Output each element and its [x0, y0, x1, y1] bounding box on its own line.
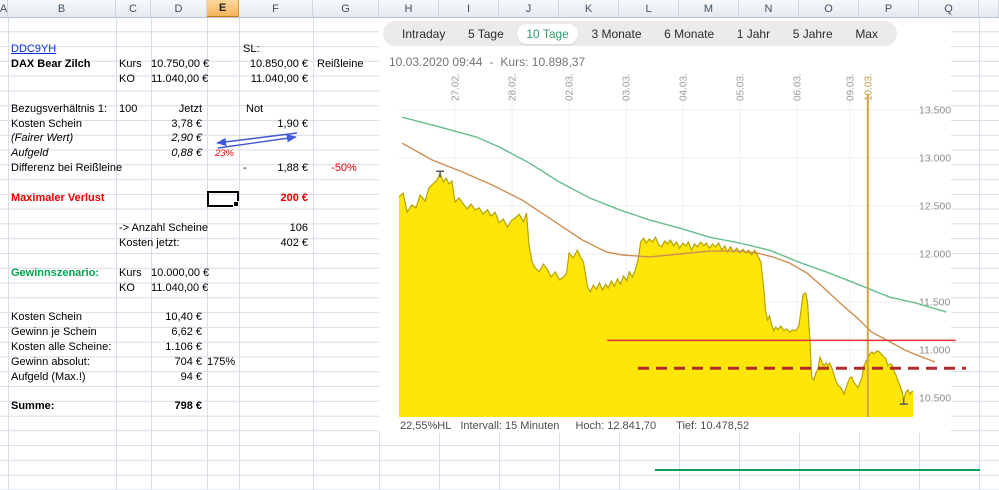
stat-hoch: Hoch: 12.841,70: [575, 420, 656, 432]
column-header-d[interactable]: D: [151, 0, 207, 17]
column-header-i[interactable]: I: [439, 0, 499, 17]
column-header-k[interactable]: K: [559, 0, 619, 17]
cell-sl-value[interactable]: 10.850,00 €: [239, 57, 311, 72]
cell-kosten-schein-not[interactable]: 1,90 €: [239, 117, 311, 132]
cell-sl-label[interactable]: SL:: [243, 42, 283, 57]
cell-fairer-wert-value[interactable]: 2,90 €: [151, 131, 205, 146]
column-header-j[interactable]: J: [499, 0, 559, 17]
cell-gw-abs-value[interactable]: 704 €: [151, 355, 205, 370]
column-header-row: ABCDEFGHIJKLMNOPQ: [0, 0, 999, 18]
tab-1-jahr[interactable]: 1 Jahr: [728, 24, 779, 44]
chart-info-separator: -: [489, 55, 493, 69]
cell-differenz-pct[interactable]: -50%: [313, 161, 375, 176]
cell-ko-sl-value[interactable]: 11.040,00 €: [239, 72, 311, 87]
spreadsheet: DDC9YH DAX Bear Zilch Bezugsverhältnis 1…: [0, 0, 999, 490]
cell-gewinnszenario-label[interactable]: Gewinnszenario:: [11, 266, 121, 281]
cell-anzahl-label[interactable]: -> Anzahl Scheine: [119, 221, 214, 236]
cell-kurs-label[interactable]: Kurs: [119, 57, 149, 72]
cell-ko-value[interactable]: 11.040,00 €: [151, 72, 205, 87]
cell-aufgeld-label[interactable]: Aufgeld: [11, 146, 114, 161]
cell-jetzt-label[interactable]: Jetzt: [151, 102, 205, 117]
cell-kurs-value[interactable]: 10.750,00 €: [151, 57, 205, 72]
column-header-a[interactable]: A: [0, 0, 8, 17]
chart-datetime: 10.03.2020 09:44: [389, 55, 482, 69]
chart-info-line: 10.03.2020 09:44 - Kurs: 10.898,37: [389, 55, 585, 69]
column-header-filler: [979, 0, 999, 17]
cell-bezug-value[interactable]: 100: [119, 102, 149, 117]
cell-gw-aufgeld-value[interactable]: 94 €: [151, 370, 205, 385]
cell-gw-kurs-value[interactable]: 10.000,00 €: [151, 266, 205, 281]
cell-kosten-schein-jetzt[interactable]: 3,78 €: [151, 117, 205, 132]
cell-gw-kurs-label[interactable]: Kurs: [119, 266, 149, 281]
cell-bezug-label[interactable]: Bezugsverhältnis 1:: [11, 102, 121, 117]
cell-fairer-wert-label[interactable]: (Fairer Wert): [11, 131, 114, 146]
cell-max-verlust-value[interactable]: 200 €: [239, 191, 311, 206]
cell-gw-je-value[interactable]: 6,62 €: [151, 325, 205, 340]
cell-kosten-jetzt-label[interactable]: Kosten jetzt:: [119, 236, 214, 251]
cell-gw-kosten-label[interactable]: Kosten Schein: [11, 310, 114, 325]
tab-6-monate[interactable]: 6 Monate: [655, 24, 723, 44]
tab-max[interactable]: Max: [846, 24, 887, 44]
cell-gw-kosten-value[interactable]: 10,40 €: [151, 310, 205, 325]
tab-10-tage[interactable]: 10 Tage: [517, 24, 578, 44]
column-header-l[interactable]: L: [619, 0, 679, 17]
column-header-q[interactable]: Q: [919, 0, 979, 17]
cell-kosten-jetzt-value[interactable]: 402 €: [239, 236, 311, 251]
cell-summe-value[interactable]: 798 €: [151, 399, 205, 414]
cell-differenz-value[interactable]: 1,88 €: [239, 161, 311, 176]
cell-gw-je-label[interactable]: Gewinn je Schein: [11, 325, 114, 340]
cell-aufgeld-value[interactable]: 0,88 €: [151, 146, 205, 161]
column-header-p[interactable]: P: [859, 0, 919, 17]
column-header-m[interactable]: M: [679, 0, 739, 17]
wkn-link[interactable]: DDC9YH: [11, 42, 114, 57]
stat-hl: 22,55%HL: [400, 420, 451, 432]
chart-kurs: Kurs: 10.898,37: [500, 55, 585, 69]
cell-aufgeld-pct[interactable]: 23%: [207, 146, 237, 161]
stat-tief: Tief: 10.478,52: [676, 420, 749, 432]
column-header-e[interactable]: E: [207, 0, 239, 17]
chart-stats-line: 22,55%HL Intervall: 15 Minuten Hoch: 12.…: [400, 420, 765, 432]
cell-ko-label[interactable]: KO: [119, 72, 149, 87]
cell-gw-alle-label[interactable]: Kosten alle Scheine:: [11, 340, 121, 355]
cell-product-name[interactable]: DAX Bear Zilch: [11, 57, 131, 72]
chart-range-tabbar: Intraday5 Tage10 Tage3 Monate6 Monate1 J…: [383, 21, 897, 46]
stat-interval: Intervall: 15 Minuten: [460, 420, 559, 432]
column-header-c[interactable]: C: [116, 0, 151, 17]
column-header-h[interactable]: H: [379, 0, 439, 17]
cell-reissleine-label[interactable]: Reißleine: [317, 57, 377, 72]
cell-gw-abs-pct[interactable]: 175%: [207, 355, 237, 370]
cell-gw-ko-label[interactable]: KO: [119, 281, 149, 296]
cell-summe-label[interactable]: Summe:: [11, 399, 114, 414]
tab-5-tage[interactable]: 5 Tage: [459, 24, 513, 44]
column-header-f[interactable]: F: [239, 0, 313, 17]
selected-cell[interactable]: [207, 191, 239, 207]
cell-not-label[interactable]: Not: [246, 102, 286, 117]
column-header-b[interactable]: B: [8, 0, 116, 17]
cell-gw-abs-label[interactable]: Gewinn absolut:: [11, 355, 114, 370]
tab-5-jahre[interactable]: 5 Jahre: [784, 24, 842, 44]
column-header-n[interactable]: N: [739, 0, 799, 17]
cell-gw-aufgeld-label[interactable]: Aufgeld (Max.!): [11, 370, 114, 385]
cell-kosten-schein-label[interactable]: Kosten Schein: [11, 117, 114, 132]
cell-differenz-label[interactable]: Differenz bei Reißleine: [11, 161, 141, 176]
column-header-g[interactable]: G: [313, 0, 379, 17]
cell-gw-ko-value[interactable]: 11.040,00 €: [151, 281, 205, 296]
cell-anzahl-value[interactable]: 106: [239, 221, 311, 236]
column-header-o[interactable]: O: [799, 0, 859, 17]
excel-window: { "excel": { "columns": ["A","B","C","D"…: [0, 0, 999, 490]
cell-max-verlust-label[interactable]: Maximaler Verlust: [11, 191, 131, 206]
tab-3-monate[interactable]: 3 Monate: [582, 24, 650, 44]
cell-gw-alle-value[interactable]: 1.106 €: [151, 340, 205, 355]
tab-intraday[interactable]: Intraday: [393, 24, 454, 44]
